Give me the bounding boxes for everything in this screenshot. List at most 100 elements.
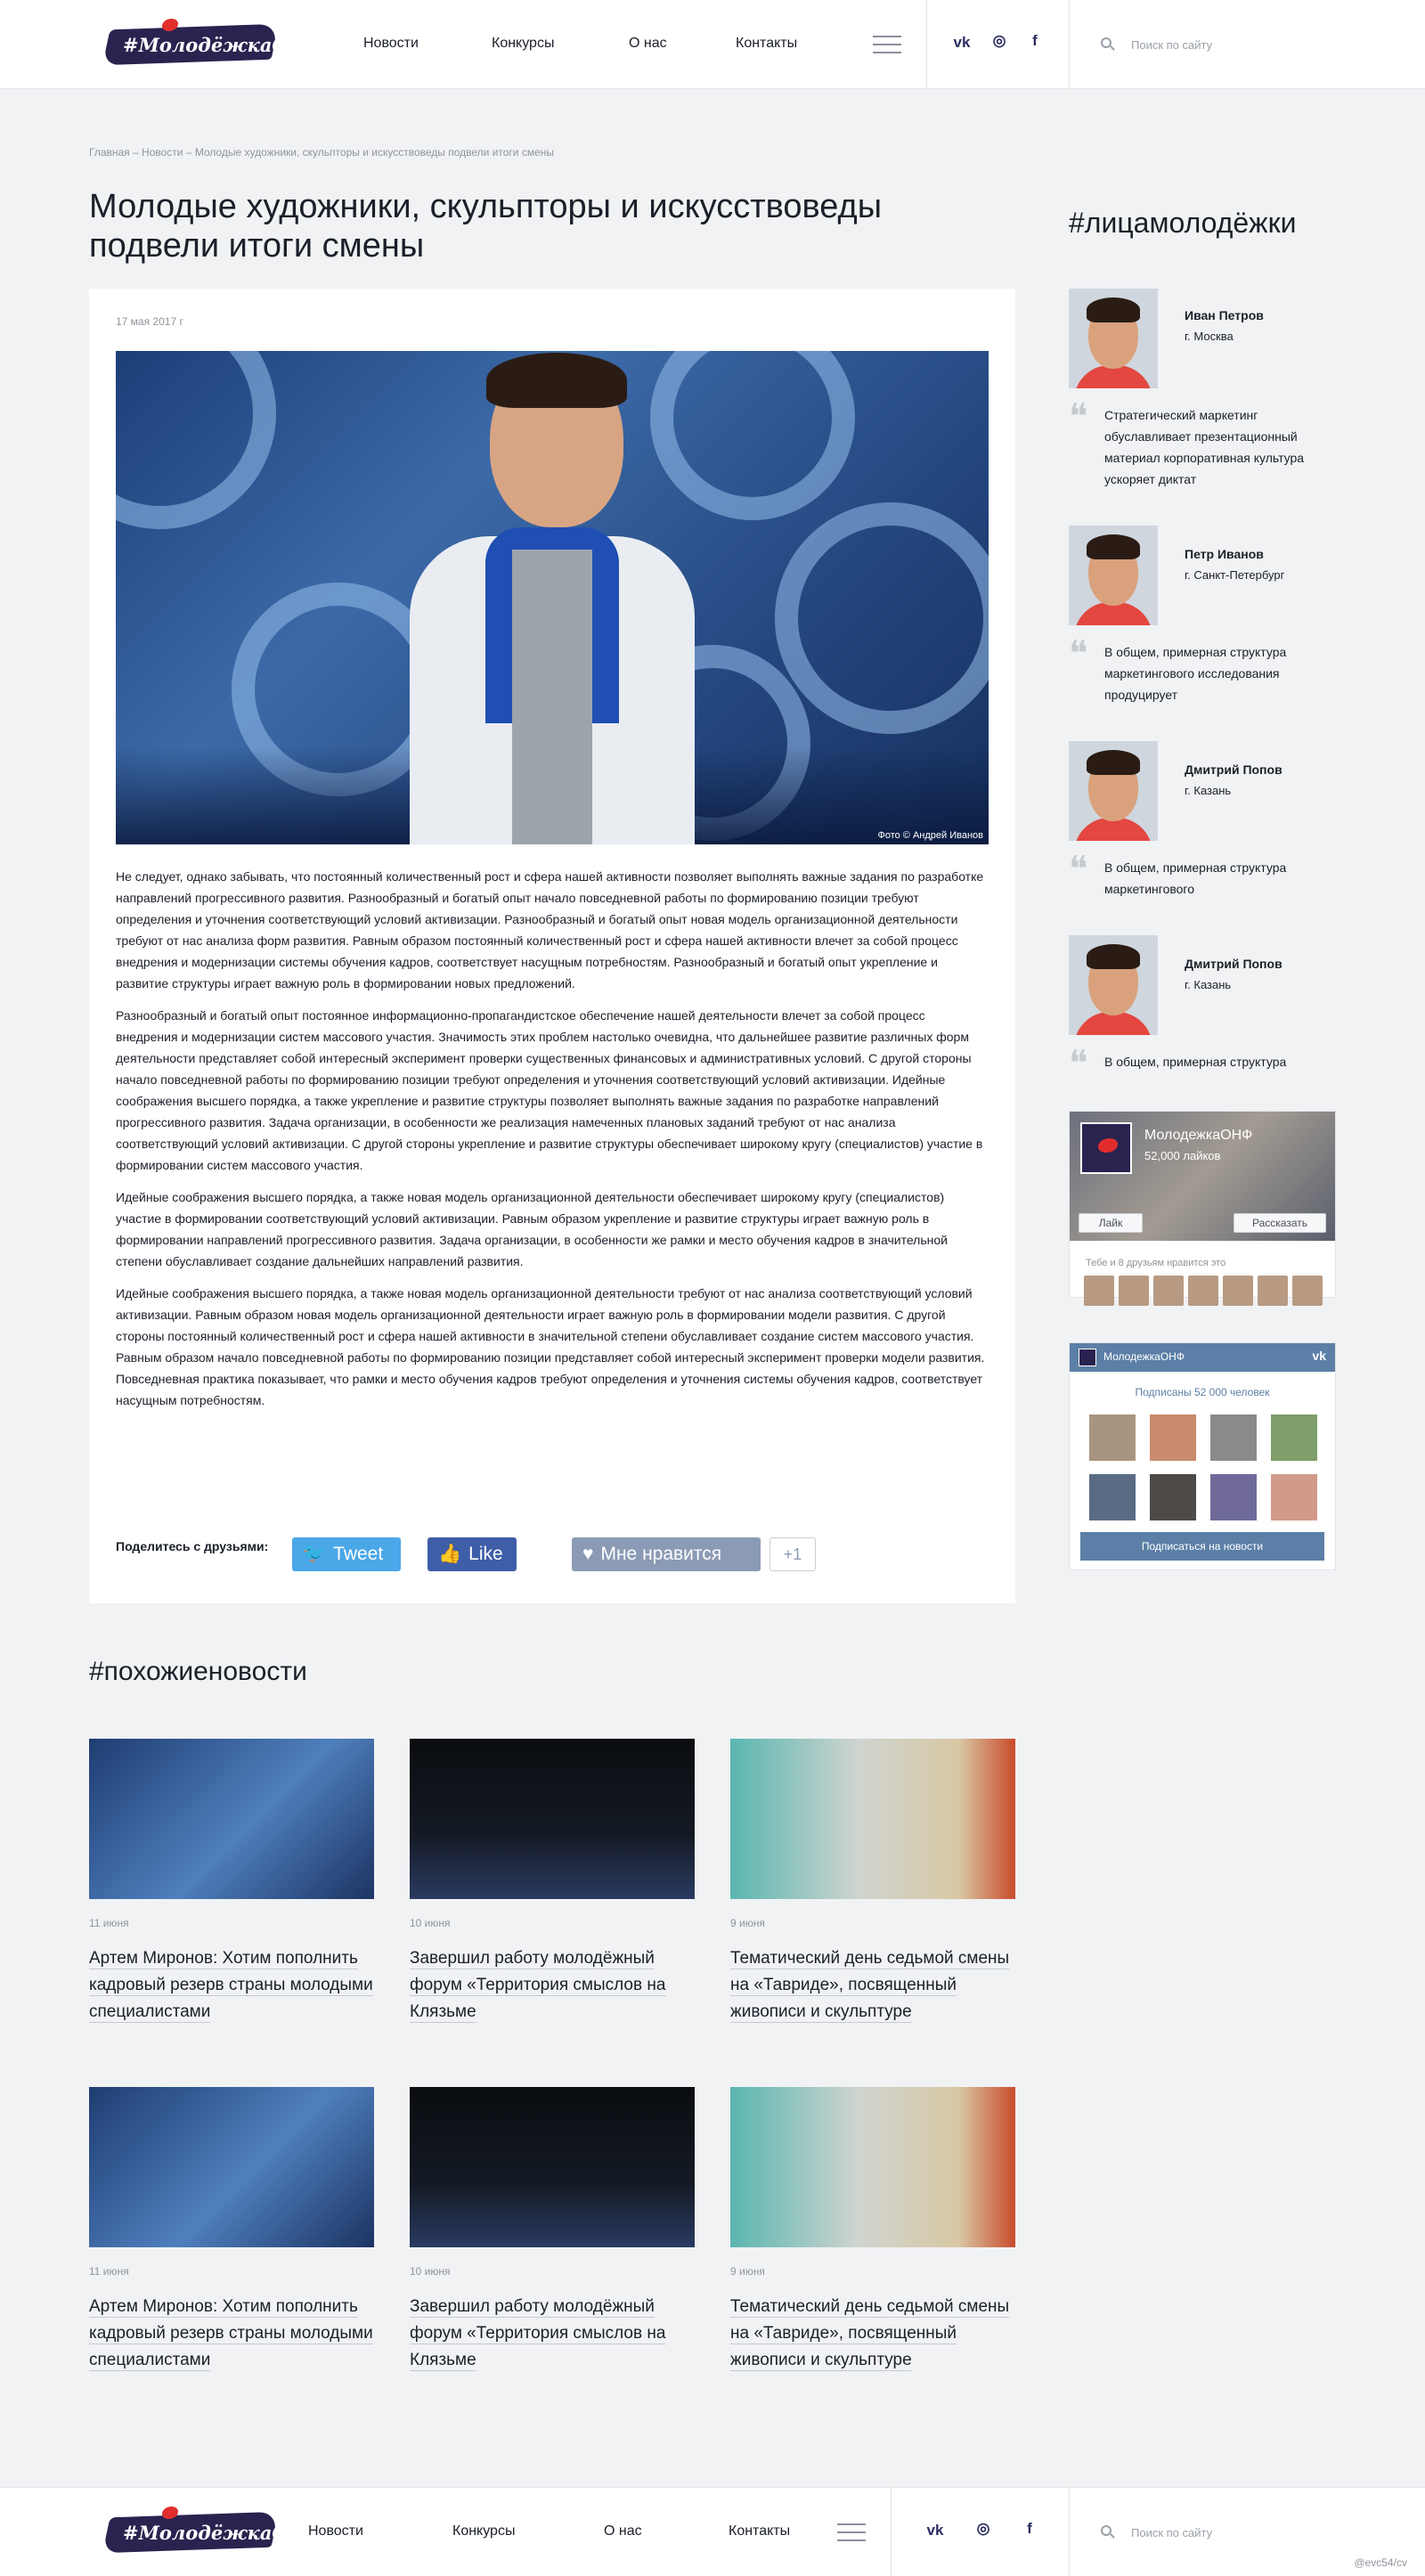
facebook-icon[interactable]: f — [1024, 32, 1046, 50]
avatar[interactable] — [1069, 935, 1158, 1035]
vk-members-grid — [1089, 1414, 1321, 1534]
related-date: 11 июня — [89, 2265, 129, 2278]
face-quote: Стратегический маркетинг обуславливает п… — [1104, 408, 1305, 486]
vk-group-name[interactable]: МолодежкаОНФ — [1103, 1350, 1185, 1363]
face-city: г. Санкт-Петербург — [1185, 568, 1285, 582]
face-name[interactable]: Дмитрий Попов — [1185, 957, 1282, 971]
face-name[interactable]: Дмитрий Попов — [1185, 762, 1282, 777]
nav-news[interactable]: Новости — [363, 36, 419, 52]
footer-nav-about[interactable]: О нас — [604, 2523, 642, 2539]
related-card[interactable]: 9 июня Тематический день седьмой смены н… — [730, 2087, 1015, 2374]
facebook-icon[interactable]: f — [1019, 2520, 1040, 2538]
article-paragraph: Разнообразный и богатый опыт постоянное … — [116, 1008, 983, 1172]
fb-friends-text: Тебе и 8 друзьям нравится это — [1086, 1258, 1226, 1268]
article-body: Не следует, однако забывать, что постоян… — [116, 866, 989, 1422]
related-title-link[interactable]: Тематический день седьмой смены на «Тавр… — [730, 2294, 1015, 2374]
vk-subscribe-button[interactable]: Подписаться на новости — [1080, 1532, 1324, 1561]
footer-nav-contests[interactable]: Конкурсы — [452, 2523, 515, 2539]
fb-like-label: Like — [468, 1544, 503, 1564]
photo-person — [401, 353, 695, 844]
related-image[interactable] — [89, 2087, 374, 2247]
fb-like-button[interactable]: Лайк — [1079, 1213, 1143, 1233]
nav-contests[interactable]: Конкурсы — [492, 36, 554, 52]
breadcrumb-home[interactable]: Главная — [89, 146, 130, 159]
divider — [926, 0, 927, 89]
vk-icon[interactable]: vk — [951, 34, 973, 52]
facebook-like-button[interactable]: 👍 Like — [428, 1537, 517, 1571]
sidebar-title: #лицамолодёжки — [1069, 207, 1297, 239]
related-card[interactable]: 11 июня Артем Миронов: Хотим пополнить к… — [89, 1739, 374, 2026]
related-card[interactable]: 9 июня Тематический день седьмой смены н… — [730, 1739, 1015, 2026]
fb-page-logo[interactable] — [1080, 1122, 1132, 1174]
related-image[interactable] — [730, 1739, 1015, 1899]
related-title: #похожиеновости — [89, 1657, 307, 1686]
vk-subscribers[interactable]: Подписаны 52 000 человек — [1070, 1386, 1335, 1398]
search-icon[interactable] — [1101, 2525, 1115, 2539]
related-image[interactable] — [410, 1739, 695, 1899]
fb-share-button[interactable]: Рассказать — [1234, 1213, 1326, 1233]
menu-burger-icon[interactable] — [873, 36, 901, 55]
tweet-button[interactable]: 🐦 Tweet — [292, 1537, 401, 1571]
member-avatar[interactable] — [1089, 1474, 1136, 1520]
footer-nav-news[interactable]: Новости — [308, 2523, 363, 2539]
avatar[interactable] — [1069, 741, 1158, 841]
member-avatar[interactable] — [1150, 1474, 1196, 1520]
friend-avatar[interactable] — [1084, 1276, 1114, 1306]
related-image[interactable] — [730, 2087, 1015, 2247]
face-quote: В общем, примерная структура маркетингов… — [1104, 645, 1287, 702]
vk-like-button[interactable]: ♥ Мне нравится — [572, 1537, 761, 1571]
breadcrumb-separator: – — [183, 146, 195, 159]
friend-avatar[interactable] — [1258, 1276, 1288, 1306]
search-icon[interactable] — [1101, 37, 1115, 52]
divider — [1069, 2488, 1070, 2576]
article-paragraph: Не следует, однако забывать, что постоян… — [116, 869, 984, 990]
menu-burger-icon[interactable] — [837, 2523, 866, 2543]
related-image[interactable] — [89, 1739, 374, 1899]
friend-avatar[interactable] — [1292, 1276, 1323, 1306]
footer-logo[interactable]: #МолодёжкаОНФ — [102, 2504, 323, 2559]
instagram-icon[interactable]: ◎ — [989, 32, 1010, 50]
related-image[interactable] — [410, 2087, 695, 2247]
vk-icon[interactable]: vk — [924, 2522, 946, 2539]
nav-about[interactable]: О нас — [629, 36, 667, 52]
related-title-link[interactable]: Завершил работу молодёжный форум «Террит… — [410, 2294, 695, 2374]
face-quote: В общем, примерная структура маркетингов… — [1104, 860, 1287, 896]
friend-avatar[interactable] — [1119, 1276, 1149, 1306]
article-card: 17 мая 2017 г Фото © Андрей Иванов Не сл… — [89, 289, 1015, 1603]
article-photo: Фото © Андрей Иванов — [116, 351, 989, 844]
breadcrumb: Главная – Новости – Молодые художники, с… — [89, 146, 554, 159]
instagram-icon[interactable]: ◎ — [973, 2520, 994, 2538]
footer-search-input[interactable] — [1131, 2522, 1309, 2543]
vk-group-logo[interactable] — [1079, 1349, 1096, 1366]
related-card[interactable]: 10 июня Завершил работу молодёжный форум… — [410, 2087, 695, 2374]
related-title-link[interactable]: Артем Миронов: Хотим пополнить кадровый … — [89, 2294, 374, 2374]
page-title: Молодые художники, скульпторы и искусств… — [89, 188, 883, 265]
related-title-link[interactable]: Артем Миронов: Хотим пополнить кадровый … — [89, 1945, 374, 2026]
footer-nav-contacts[interactable]: Контакты — [729, 2523, 790, 2539]
member-avatar[interactable] — [1271, 1414, 1317, 1461]
avatar[interactable] — [1069, 526, 1158, 625]
member-avatar[interactable] — [1089, 1414, 1136, 1461]
friend-avatar[interactable] — [1153, 1276, 1184, 1306]
face-name[interactable]: Иван Петров — [1185, 308, 1264, 322]
friend-avatar[interactable] — [1188, 1276, 1218, 1306]
share-label: Поделитесь с друзьями: — [116, 1539, 269, 1553]
fb-friends-avatars — [1084, 1276, 1327, 1306]
related-title-link[interactable]: Завершил работу молодёжный форум «Террит… — [410, 1945, 695, 2026]
member-avatar[interactable] — [1210, 1474, 1257, 1520]
face-name[interactable]: Петр Иванов — [1185, 547, 1264, 561]
friend-avatar[interactable] — [1223, 1276, 1253, 1306]
fb-page-name[interactable]: МолодежкаОНФ — [1144, 1128, 1252, 1144]
member-avatar[interactable] — [1150, 1414, 1196, 1461]
nav-contacts[interactable]: Контакты — [736, 36, 797, 52]
member-avatar[interactable] — [1210, 1414, 1257, 1461]
related-card[interactable]: 11 июня Артем Миронов: Хотим пополнить к… — [89, 2087, 374, 2374]
member-avatar[interactable] — [1271, 1474, 1317, 1520]
thumbs-up-icon: 👍 — [438, 1544, 462, 1564]
breadcrumb-news[interactable]: Новости — [142, 146, 183, 159]
search-input[interactable] — [1131, 34, 1309, 55]
related-title-link[interactable]: Тематический день седьмой смены на «Тавр… — [730, 1945, 1015, 2026]
avatar[interactable] — [1069, 289, 1158, 388]
related-card[interactable]: 10 июня Завершил работу молодёжный форум… — [410, 1739, 695, 2026]
site-logo[interactable]: #МолодёжкаОНФ — [102, 16, 323, 71]
